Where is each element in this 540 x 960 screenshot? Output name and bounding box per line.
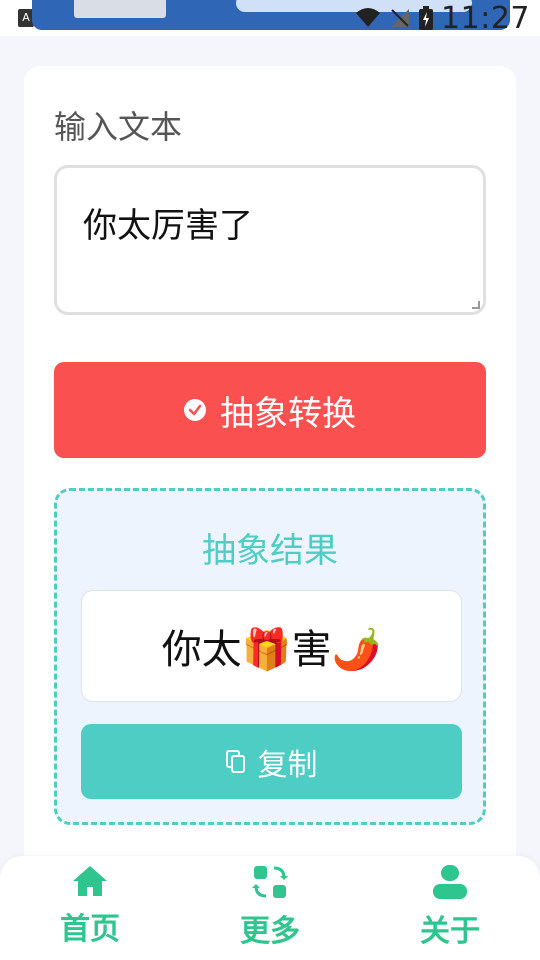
banner-thumbnail	[74, 0, 166, 18]
resize-handle-icon[interactable]	[472, 301, 480, 309]
copy-icon	[225, 749, 245, 773]
battery-icon	[419, 6, 434, 30]
result-panel: 抽象结果 你太🎁害🌶️ 复制	[54, 488, 486, 825]
nav-item-home[interactable]: 首页	[30, 864, 150, 960]
status-icons: 11:27	[355, 0, 530, 36]
text-input-value: 你太厉害了	[83, 206, 253, 246]
nav-item-label: 首页	[60, 912, 120, 947]
wifi-icon	[356, 8, 381, 27]
status-bar: A 11:27	[0, 0, 540, 36]
text-input[interactable]: 你太厉害了	[54, 165, 486, 315]
convert-button[interactable]: 抽象转换	[54, 362, 486, 458]
nav-item-more[interactable]: 更多	[210, 864, 330, 960]
result-output: 你太🎁害🌶️	[81, 590, 462, 702]
copy-button[interactable]: 复制	[81, 724, 462, 799]
check-circle-icon	[184, 399, 206, 421]
input-label: 输入文本	[54, 108, 183, 146]
status-time: 11:27	[441, 0, 530, 36]
convert-button-label: 抽象转换	[220, 393, 356, 434]
nav-item-label: 关于	[420, 914, 480, 949]
nav-item-label: 更多	[240, 914, 300, 949]
bottom-nav: 首页 更多 关于	[0, 856, 540, 960]
user-icon	[433, 865, 467, 899]
home-icon	[73, 866, 107, 896]
result-title: 抽象结果	[202, 531, 338, 571]
no-signal-icon	[391, 9, 410, 27]
copy-button-label: 复制	[257, 747, 318, 783]
swap-icon	[252, 866, 288, 898]
nav-item-about[interactable]: 关于	[390, 864, 510, 960]
result-output-text: 你太🎁害🌶️	[161, 627, 382, 673]
